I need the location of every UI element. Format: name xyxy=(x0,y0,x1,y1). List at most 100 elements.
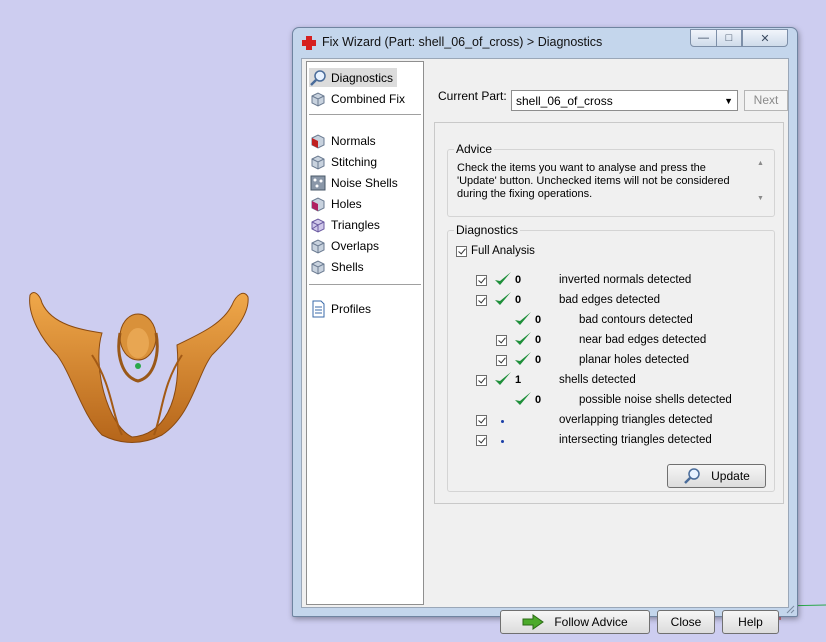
nav-label: Shells xyxy=(331,259,364,274)
planar-holes-count: 0 xyxy=(535,354,542,366)
3d-model-figure[interactable] xyxy=(22,285,254,445)
inverted-normals-label: inverted normals detected xyxy=(559,274,692,286)
update-button[interactable]: Update xyxy=(667,464,766,488)
pending-dot-icon xyxy=(501,420,504,423)
resize-grip-icon[interactable] xyxy=(785,604,795,614)
minimize-icon: — xyxy=(698,32,709,44)
maximize-button[interactable]: □ xyxy=(716,29,742,47)
overlapping-triangles-label: overlapping triangles detected xyxy=(559,414,713,426)
bad-edges-label: bad edges detected xyxy=(559,294,661,306)
minimize-button[interactable]: — xyxy=(690,29,717,47)
current-part-label: Current Part: xyxy=(438,89,507,103)
green-check-icon xyxy=(495,372,511,385)
nav-label: Triangles xyxy=(331,217,380,232)
advice-scrollbar[interactable]: ▲ ▼ xyxy=(757,160,767,202)
noise-shells-label: possible noise shells detected xyxy=(579,394,732,406)
nav-label: Combined Fix xyxy=(331,91,406,106)
bad-edges-count: 0 xyxy=(515,294,522,306)
nav-label: Profiles xyxy=(331,301,372,316)
next-button[interactable]: Next xyxy=(744,90,788,111)
close-window-button[interactable]: ✕ xyxy=(742,29,788,47)
red-cross-icon xyxy=(302,36,316,50)
nav-item-noise-shells[interactable]: Noise Shells xyxy=(309,173,402,192)
pending-dot-icon xyxy=(501,440,504,443)
nav-divider xyxy=(309,114,421,115)
cube-overlaps-icon xyxy=(311,238,325,254)
planar-holes-checkbox[interactable] xyxy=(496,355,507,366)
magnifier-icon xyxy=(684,468,700,484)
scroll-down-icon[interactable]: ▼ xyxy=(757,195,764,202)
nav-divider xyxy=(309,284,421,285)
nav-item-diagnostics[interactable]: Diagnostics xyxy=(309,68,398,87)
noise-shells-icon xyxy=(310,175,326,190)
cube-holes-icon xyxy=(311,196,325,212)
cube-stitch-icon xyxy=(311,154,325,170)
full-analysis-label: Full Analysis xyxy=(471,245,535,257)
title-bar[interactable]: Fix Wizard (Part: shell_06_of_cross) > D… xyxy=(293,28,797,56)
diagnostics-group: Diagnostics Full Analysis 0 inverted nor… xyxy=(447,223,775,492)
shells-checkbox[interactable] xyxy=(476,375,487,386)
scroll-up-icon[interactable]: ▲ xyxy=(757,160,764,167)
nav-item-combined-fix[interactable]: Combined Fix xyxy=(309,89,409,108)
bad-edges-checkbox[interactable] xyxy=(476,295,487,306)
nav-item-overlaps[interactable]: Overlaps xyxy=(309,236,383,255)
follow-advice-label: Follow Advice xyxy=(554,615,628,629)
cube-triangles-icon xyxy=(311,217,325,233)
nav-item-normals[interactable]: Normals xyxy=(309,131,380,150)
document-icon xyxy=(312,300,325,317)
cube-normals-icon xyxy=(311,133,325,149)
nav-item-shells[interactable]: Shells xyxy=(309,257,368,276)
nav-item-triangles[interactable]: Triangles xyxy=(309,215,384,234)
inverted-normals-checkbox[interactable] xyxy=(476,275,487,286)
close-icon: ✕ xyxy=(760,32,770,45)
green-check-icon xyxy=(515,312,531,325)
green-check-icon xyxy=(515,352,531,365)
close-button[interactable]: Close xyxy=(657,610,715,634)
full-analysis-checkbox[interactable] xyxy=(456,246,467,257)
intersecting-triangles-label: intersecting triangles detected xyxy=(559,434,712,446)
planar-holes-label: planar holes detected xyxy=(579,354,689,366)
green-check-icon xyxy=(495,292,511,305)
magnifier-icon xyxy=(310,69,326,86)
update-label: Update xyxy=(711,469,750,483)
help-button[interactable]: Help xyxy=(722,610,779,634)
near-bad-edges-checkbox[interactable] xyxy=(496,335,507,346)
inverted-normals-count: 0 xyxy=(515,274,522,286)
intersecting-triangles-checkbox[interactable] xyxy=(476,435,487,446)
diagnostics-title: Diagnostics xyxy=(454,223,521,237)
green-check-icon xyxy=(515,332,531,345)
window-title: Fix Wizard (Part: shell_06_of_cross) > D… xyxy=(322,35,603,49)
nav-label: Noise Shells xyxy=(331,175,398,190)
green-check-icon xyxy=(495,272,511,285)
nav-label: Stitching xyxy=(331,154,378,169)
nav-label: Normals xyxy=(331,133,376,148)
advice-title: Advice xyxy=(454,142,495,156)
cube-stack-icon xyxy=(311,91,325,107)
nav-label: Overlaps xyxy=(331,238,380,253)
chevron-down-icon: ▼ xyxy=(724,96,733,106)
follow-advice-button[interactable]: Follow Advice xyxy=(500,610,650,634)
current-part-value: shell_06_of_cross xyxy=(516,94,613,108)
nav-item-holes[interactable]: Holes xyxy=(309,194,366,213)
nav-label: Holes xyxy=(331,196,362,211)
noise-shells-count: 0 xyxy=(535,394,542,406)
fix-wizard-window: Fix Wizard (Part: shell_06_of_cross) > D… xyxy=(292,27,798,634)
help-label: Help xyxy=(738,615,763,629)
current-part-select[interactable]: shell_06_of_cross ▼ xyxy=(511,90,738,111)
nav-item-profiles[interactable]: Profiles xyxy=(309,299,375,318)
bad-contours-label: bad contours detected xyxy=(579,314,693,326)
shells-label: shells detected xyxy=(559,374,636,386)
near-bad-edges-label: near bad edges detected xyxy=(579,334,707,346)
near-bad-edges-count: 0 xyxy=(535,334,542,346)
cube-shells-icon xyxy=(311,259,325,275)
green-arrow-icon xyxy=(522,614,545,630)
advice-text: Check the items you want to analyse and … xyxy=(457,162,730,200)
bad-contours-count: 0 xyxy=(535,314,542,326)
wizard-client-area: Diagnostics Combined Fix Normals Stitchi… xyxy=(301,58,789,634)
maximize-icon: □ xyxy=(725,32,733,44)
nav-item-stitching[interactable]: Stitching xyxy=(309,152,381,171)
overlapping-triangles-checkbox[interactable] xyxy=(476,415,487,426)
wizard-nav-list: Diagnostics Combined Fix Normals Stitchi… xyxy=(306,61,424,605)
diagnostics-panel: Advice Check the items you want to analy… xyxy=(434,122,784,504)
advice-group: Advice Check the items you want to analy… xyxy=(447,142,775,217)
